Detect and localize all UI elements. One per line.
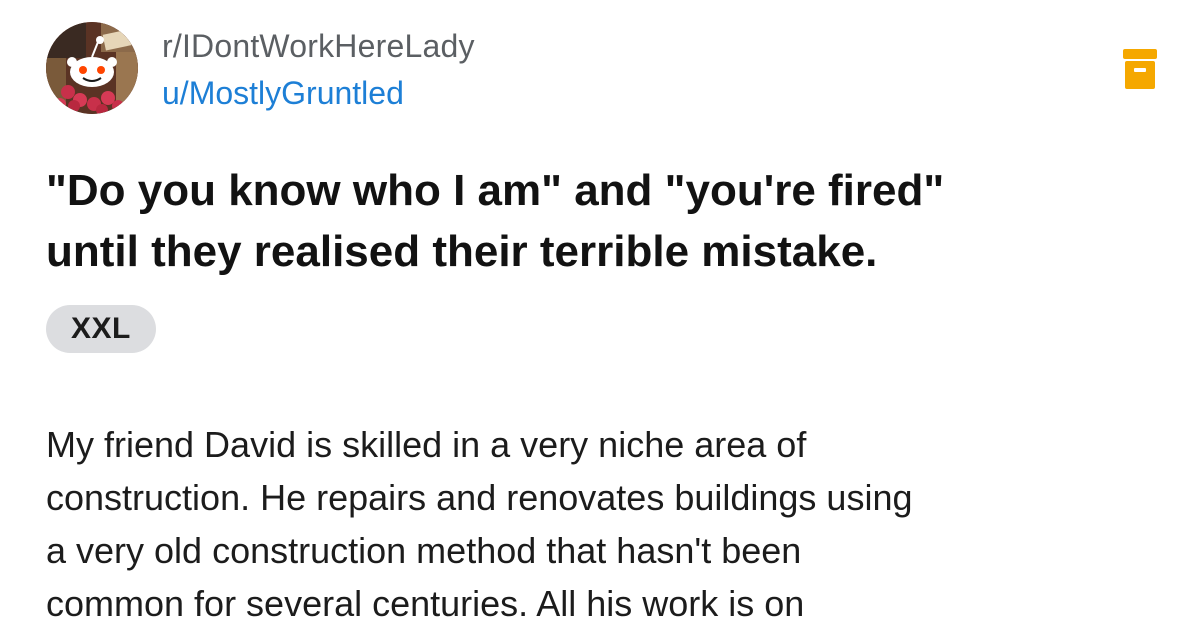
post-flair[interactable]: XXL bbox=[46, 305, 156, 353]
subreddit-avatar[interactable] bbox=[46, 22, 138, 114]
post-header: r/IDontWorkHereLady u/MostlyGruntled bbox=[46, 22, 1160, 122]
archive-box-icon bbox=[1123, 49, 1157, 89]
post-title: "Do you know who I am" and "you're fired… bbox=[46, 160, 1146, 282]
snoo-avatar-icon bbox=[46, 22, 138, 114]
reddit-post-screenshot: r/IDontWorkHereLady u/MostlyGruntled "Do… bbox=[0, 0, 1200, 630]
post-title-line: "Do you know who I am" and "you're fired… bbox=[46, 166, 945, 215]
post-body-line: My friend David is skilled in a very nic… bbox=[46, 424, 807, 465]
post-title-line: until they realised their terrible mista… bbox=[46, 227, 878, 276]
post-body: My friend David is skilled in a very nic… bbox=[46, 418, 1156, 630]
post-body-line: common for several centuries. All his wo… bbox=[46, 583, 805, 624]
post-body-line: a very old construction method that hasn… bbox=[46, 530, 802, 571]
post-body-line: construction. He repairs and renovates b… bbox=[46, 477, 913, 518]
author-username[interactable]: u/MostlyGruntled bbox=[162, 74, 404, 112]
subreddit-name[interactable]: r/IDontWorkHereLady bbox=[162, 28, 475, 64]
